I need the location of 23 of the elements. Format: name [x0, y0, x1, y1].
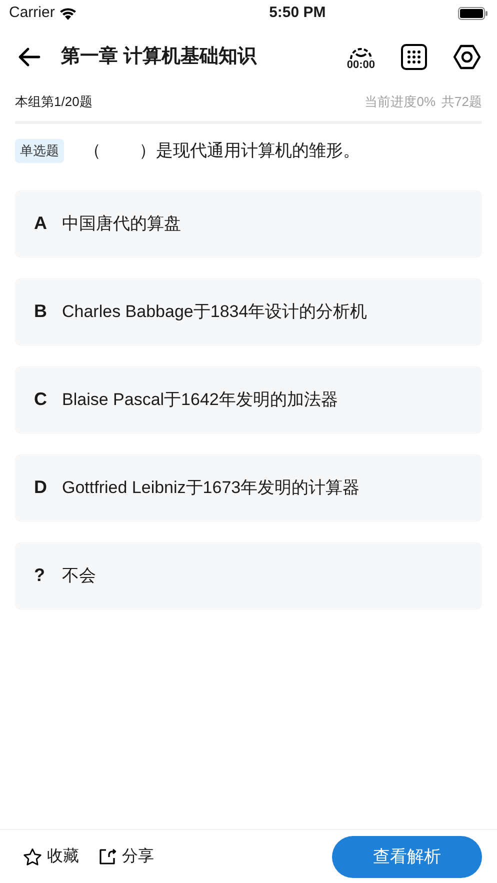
group-progress-label: 本组第1/20题: [15, 93, 92, 112]
share-icon: [99, 848, 117, 865]
view-analysis-button[interactable]: 查看解析: [332, 836, 482, 878]
wifi-icon: [58, 6, 77, 20]
current-progress-label: 当前进度0%: [364, 93, 436, 112]
question-type-tag: 单选题: [15, 139, 64, 162]
chapter-title: 第一章 计算机基础知识: [61, 44, 256, 69]
answer-grid-button[interactable]: [401, 44, 427, 70]
answer-option[interactable]: C Blaise Pascal于1642年发明的加法器: [15, 366, 482, 434]
answer-option[interactable]: ? 不会: [15, 542, 482, 610]
timer-button[interactable]: 00:00: [346, 44, 375, 70]
star-icon: [23, 848, 42, 866]
settings-button[interactable]: [453, 44, 481, 70]
favorite-button[interactable]: 收藏: [23, 844, 79, 868]
answer-option[interactable]: B Charles Babbage于1834年设计的分析机: [15, 278, 482, 346]
share-button[interactable]: 分享: [99, 844, 154, 868]
total-count-label: 共72题: [442, 93, 482, 112]
battery-icon: [458, 6, 488, 20]
question-text: （ ）是现代通用计算机的雏形。: [84, 140, 360, 162]
answer-option[interactable]: D Gottfried Leibniz于1673年发明的计算器: [15, 454, 482, 522]
answer-option[interactable]: A 中国唐代的算盘: [15, 190, 482, 258]
clock-time: 5:50 PM: [269, 2, 326, 23]
carrier-label: Carrier: [9, 2, 55, 23]
